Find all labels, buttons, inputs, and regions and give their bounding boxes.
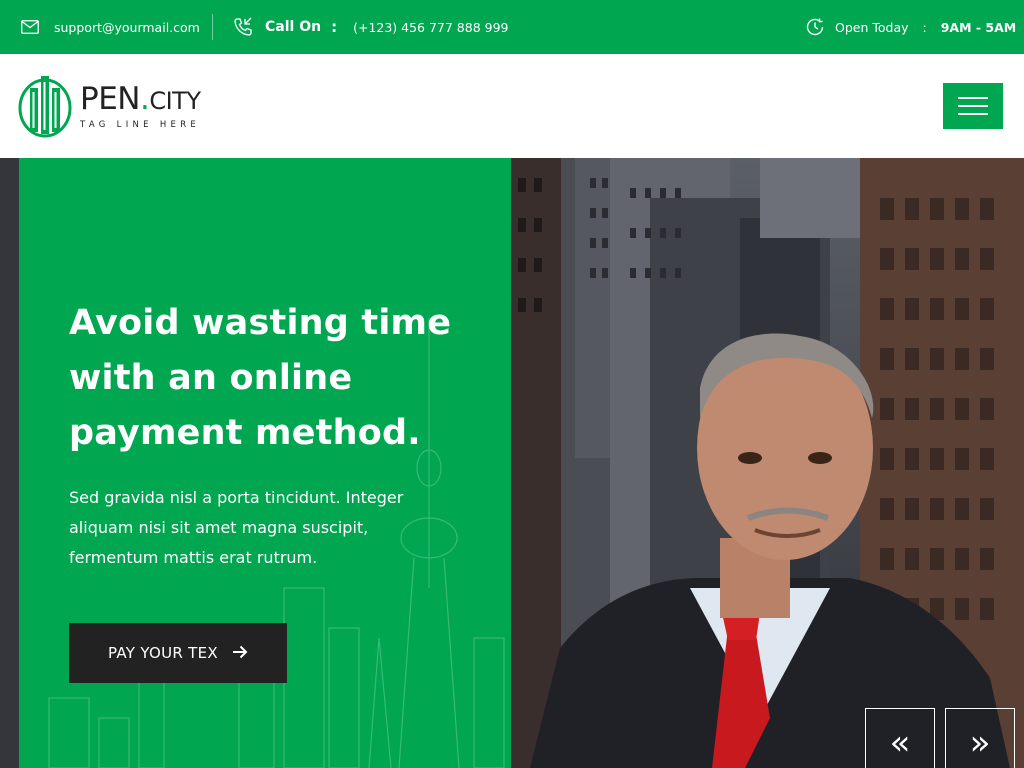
hamburger-icon-line — [958, 97, 988, 99]
arrow-right-icon — [232, 643, 248, 664]
top-info-bar: support@yourmail.com Call On : (+123) 45… — [0, 0, 1024, 54]
open-colon: : — [922, 19, 927, 35]
envelope-icon — [20, 17, 40, 37]
hero-description: Sed gravida nisl a porta tincidunt. Inte… — [69, 488, 404, 567]
logo-text: PEN.CITY TAG LINE HERE — [80, 82, 201, 130]
logo-dot: . — [139, 81, 150, 117]
menu-toggle-button[interactable] — [943, 83, 1003, 129]
contact-email[interactable]: support@yourmail.com — [20, 0, 200, 54]
hamburger-icon-line — [958, 105, 988, 107]
contact-phone[interactable]: Call On : (+123) 456 777 888 999 — [233, 0, 508, 54]
hero-slider: Avoid wasting time with an online paymen… — [0, 158, 1024, 768]
hero-title: Avoid wasting time with an online paymen… — [69, 303, 452, 453]
topbar-divider — [212, 14, 213, 40]
pay-tax-button[interactable]: PAY YOUR TEX — [69, 623, 287, 683]
site-logo[interactable]: PEN.CITY TAG LINE HERE — [18, 74, 201, 138]
logo-name-city: CITY — [149, 87, 201, 115]
logo-mark-icon — [18, 76, 72, 138]
email-text[interactable]: support@yourmail.com — [54, 20, 200, 35]
hero-content-panel: Avoid wasting time with an online paymen… — [19, 158, 511, 768]
hamburger-icon-line — [958, 113, 988, 115]
opening-hours: Open Today : 9AM - 5AM — [805, 0, 1016, 54]
logo-name: PEN.CITY — [80, 82, 201, 118]
call-label: Call On — [265, 19, 322, 35]
double-chevron-left-icon: « — [889, 723, 911, 763]
clock-icon — [805, 17, 825, 37]
open-label: Open Today — [835, 19, 909, 35]
open-hours: 9AM - 5AM — [940, 19, 1017, 35]
site-header: PEN.CITY TAG LINE HERE — [0, 54, 1024, 158]
slider-next-button[interactable]: » — [945, 708, 1015, 768]
slider-prev-button[interactable]: « — [865, 708, 935, 768]
phone-icon — [233, 17, 253, 37]
logo-name-pen: PEN — [80, 81, 140, 117]
double-chevron-right-icon: » — [969, 723, 991, 763]
logo-tagline: TAG LINE HERE — [80, 120, 201, 130]
phone-number[interactable]: (+123) 456 777 888 999 — [353, 20, 508, 35]
call-colon: : — [331, 18, 338, 36]
pay-tax-button-label: PAY YOUR TEX — [108, 644, 218, 662]
